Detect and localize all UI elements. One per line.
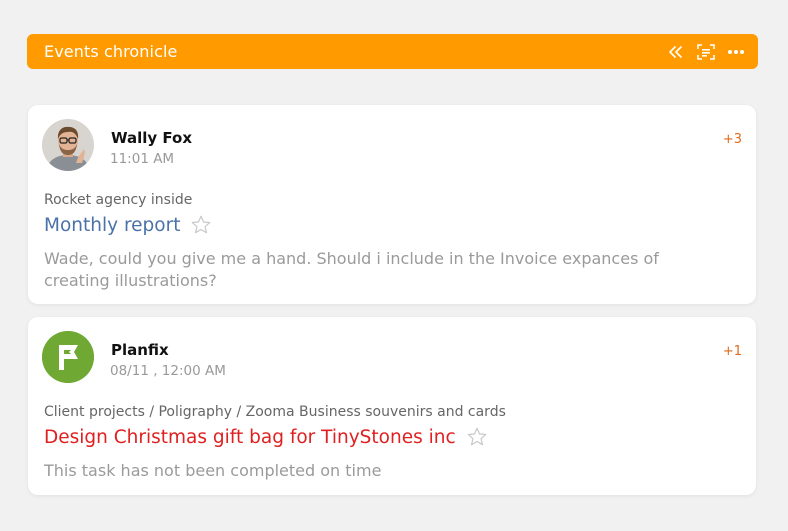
counter-badge[interactable]: +3 [723,132,742,147]
author-name[interactable]: Wally Fox [111,129,192,147]
header-title: Events chronicle [44,42,178,61]
collapse-icon[interactable] [666,42,686,62]
event-message: Wade, could you give me a hand. Should i… [44,249,659,290]
avatar [42,119,94,171]
project-path[interactable]: Client projects / Poligraphy / Zooma Bus… [44,404,506,420]
event-message: This task has not been completed on time [44,461,382,480]
event-time: 08/11 , 12:00 AM [110,363,226,379]
task-title-row: Monthly report [44,214,212,236]
events-chronicle-header: Events chronicle [27,34,758,69]
project-path[interactable]: Rocket agency inside [44,192,192,208]
header-actions [666,42,746,62]
counter-badge[interactable]: +1 [723,344,742,359]
star-icon[interactable] [466,426,488,448]
star-icon[interactable] [190,214,212,236]
view-mode-icon[interactable] [696,42,716,62]
event-card[interactable]: Wally Fox 11:01 AM +3 Rocket agency insi… [28,105,756,304]
planfix-logo [42,331,94,383]
task-title-link[interactable]: Monthly report [44,215,180,236]
event-time: 11:01 AM [110,151,175,167]
more-options-icon[interactable] [726,42,746,62]
author-name[interactable]: Planfix [111,341,169,359]
task-title-row: Design Christmas gift bag for TinyStones… [44,426,488,448]
task-title-link[interactable]: Design Christmas gift bag for TinyStones… [44,427,456,448]
event-card[interactable]: Planfix 08/11 , 12:00 AM +1 Client proje… [28,317,756,495]
